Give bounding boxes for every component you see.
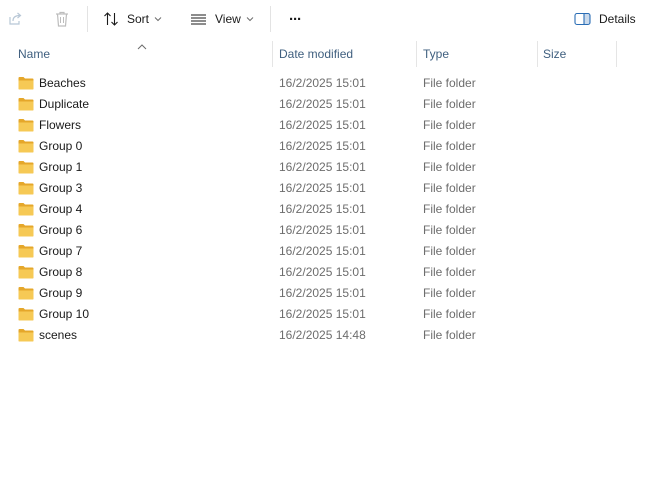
file-row-group-6[interactable]: Group 6 16/2/2025 15:01 File folder: [0, 220, 620, 241]
file-row-beaches[interactable]: Beaches 16/2/2025 15:01 File folder: [0, 73, 620, 94]
sort-arrows-icon: [103, 11, 119, 27]
file-date-modified: 16/2/2025 15:01: [279, 307, 366, 321]
column-type-header[interactable]: Type: [423, 41, 533, 67]
file-row-group-9[interactable]: Group 9 16/2/2025 15:01 File folder: [0, 283, 620, 304]
file-name: Group 10: [39, 307, 90, 321]
details-pane-button[interactable]: Details: [574, 5, 636, 33]
file-date-modified: 16/2/2025 15:01: [279, 244, 366, 258]
column-name-header[interactable]: Name: [18, 41, 268, 67]
view-lines-icon: [190, 12, 207, 26]
folder-icon: [18, 160, 34, 177]
file-row-group-1[interactable]: Group 1 16/2/2025 15:01 File folder: [0, 157, 620, 178]
folder-icon: [18, 202, 34, 219]
details-label: Details: [599, 12, 636, 26]
file-date-modified: 16/2/2025 15:01: [279, 181, 366, 195]
folder-icon: [18, 97, 34, 114]
column-size-header[interactable]: Size: [543, 41, 613, 67]
column-header: Name Date modified Type Size: [0, 41, 651, 67]
file-date-modified: 16/2/2025 15:01: [279, 202, 366, 216]
file-type: File folder: [423, 328, 476, 342]
file-type: File folder: [423, 286, 476, 300]
column-divider[interactable]: [416, 41, 417, 67]
delete-button[interactable]: [52, 5, 72, 33]
column-divider[interactable]: [616, 41, 617, 67]
file-row-group-8[interactable]: Group 8 16/2/2025 15:01 File folder: [0, 262, 620, 283]
file-name: Group 9: [39, 286, 83, 300]
file-name: Group 4: [39, 202, 83, 216]
file-type: File folder: [423, 244, 476, 258]
view-button[interactable]: View: [190, 5, 254, 33]
file-list: Beaches 16/2/2025 15:01 File folder Dupl…: [0, 73, 651, 346]
folder-icon: [18, 328, 34, 345]
sort-label: Sort: [127, 12, 150, 26]
file-name: Beaches: [39, 76, 86, 90]
file-date-modified: 16/2/2025 15:01: [279, 139, 366, 153]
folder-icon: [18, 307, 34, 324]
file-type: File folder: [423, 160, 476, 174]
file-name: Group 3: [39, 181, 83, 195]
file-row-flowers[interactable]: Flowers 16/2/2025 15:01 File folder: [0, 115, 620, 136]
file-date-modified: 16/2/2025 14:48: [279, 328, 366, 342]
column-divider[interactable]: [537, 41, 538, 67]
file-name: Group 7: [39, 244, 83, 258]
file-name: Group 1: [39, 160, 83, 174]
column-date-header[interactable]: Date modified: [279, 41, 409, 67]
file-date-modified: 16/2/2025 15:01: [279, 76, 366, 90]
share-button[interactable]: [4, 5, 26, 33]
file-date-modified: 16/2/2025 15:01: [279, 118, 366, 132]
file-type: File folder: [423, 97, 476, 111]
file-row-scenes[interactable]: scenes 16/2/2025 14:48 File folder: [0, 325, 620, 346]
file-name: Duplicate: [39, 97, 90, 111]
share-icon: [7, 11, 23, 27]
folder-icon: [18, 223, 34, 240]
file-date-modified: 16/2/2025 15:01: [279, 286, 366, 300]
file-date-modified: 16/2/2025 15:01: [279, 223, 366, 237]
file-row-duplicate[interactable]: Duplicate 16/2/2025 15:01 File folder: [0, 94, 620, 115]
chevron-down-icon: [246, 16, 254, 22]
toolbar-separator: [270, 6, 271, 32]
file-type: File folder: [423, 307, 476, 321]
view-label: View: [215, 12, 241, 26]
folder-icon: [18, 286, 34, 303]
file-row-group-0[interactable]: Group 0 16/2/2025 15:01 File folder: [0, 136, 620, 157]
file-name: scenes: [39, 328, 78, 342]
more-options-button[interactable]: ···: [284, 5, 306, 33]
details-pane-icon: [574, 12, 591, 26]
column-divider[interactable]: [272, 41, 273, 67]
file-type: File folder: [423, 265, 476, 279]
file-type: File folder: [423, 181, 476, 195]
file-name: Group 6: [39, 223, 83, 237]
folder-icon: [18, 265, 34, 282]
file-date-modified: 16/2/2025 15:01: [279, 160, 366, 174]
file-type: File folder: [423, 118, 476, 132]
file-type: File folder: [423, 223, 476, 237]
command-bar: Sort View ··· Details: [0, 0, 651, 38]
file-date-modified: 16/2/2025 15:01: [279, 97, 366, 111]
folder-icon: [18, 139, 34, 156]
folder-icon: [18, 118, 34, 135]
file-type: File folder: [423, 76, 476, 90]
file-row-group-3[interactable]: Group 3 16/2/2025 15:01 File folder: [0, 178, 620, 199]
sort-button[interactable]: Sort: [103, 5, 162, 33]
trash-icon: [54, 10, 70, 28]
file-type: File folder: [423, 202, 476, 216]
more-icon: ···: [289, 10, 302, 28]
file-row-group-7[interactable]: Group 7 16/2/2025 15:01 File folder: [0, 241, 620, 262]
file-name: Group 0: [39, 139, 83, 153]
file-row-group-10[interactable]: Group 10 16/2/2025 15:01 File folder: [0, 304, 620, 325]
toolbar-separator: [87, 6, 88, 32]
chevron-down-icon: [154, 16, 162, 22]
file-date-modified: 16/2/2025 15:01: [279, 265, 366, 279]
file-name: Group 8: [39, 265, 83, 279]
file-row-group-4[interactable]: Group 4 16/2/2025 15:01 File folder: [0, 199, 620, 220]
folder-icon: [18, 244, 34, 261]
folder-icon: [18, 76, 34, 93]
folder-icon: [18, 181, 34, 198]
file-name: Flowers: [39, 118, 82, 132]
file-type: File folder: [423, 139, 476, 153]
